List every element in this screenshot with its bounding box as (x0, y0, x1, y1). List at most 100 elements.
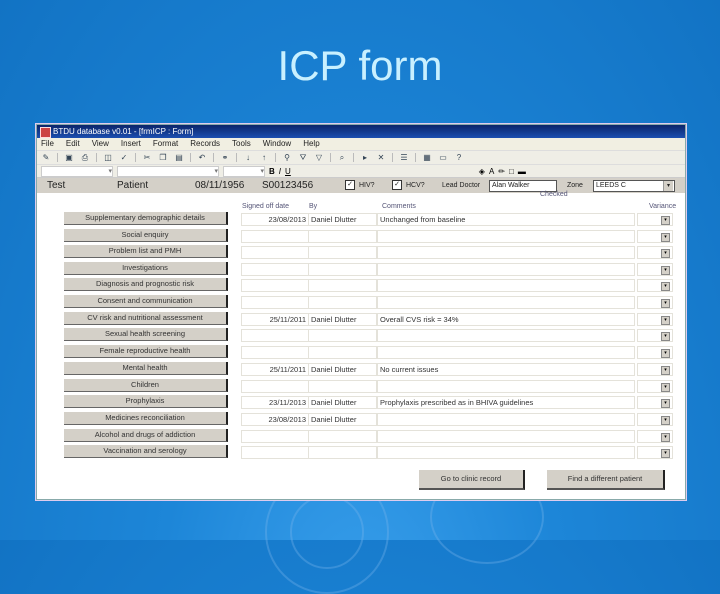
comment-field[interactable] (377, 230, 635, 243)
font-size-select[interactable]: ▾ (223, 165, 265, 177)
variance-select[interactable]: ▾ (637, 213, 673, 226)
signed-off-by-field[interactable] (308, 246, 377, 259)
comment-field[interactable] (377, 413, 635, 426)
signed-off-by-field[interactable]: Daniel Dlutter (308, 396, 377, 409)
delete-record-icon[interactable]: ✕ (376, 153, 386, 162)
comment-field[interactable] (377, 329, 635, 342)
paste-icon[interactable]: ▤ (174, 153, 184, 162)
chevron-down-icon[interactable]: ▾ (661, 416, 670, 425)
chevron-down-icon[interactable]: ▾ (661, 249, 670, 258)
section-button[interactable]: Alcohol and drugs of addiction (64, 429, 228, 442)
hiv-checkbox[interactable]: ✓ HIV? (345, 180, 375, 191)
chevron-down-icon[interactable]: ▾ (661, 366, 670, 375)
chevron-down-icon[interactable]: ▾ (661, 299, 670, 308)
hyperlink-icon[interactable]: ⚭ (220, 153, 230, 162)
signed-off-date-field[interactable] (241, 380, 309, 393)
find-different-patient-button[interactable]: Find a different patient (547, 470, 665, 490)
signed-off-date-field[interactable] (241, 263, 309, 276)
variance-select[interactable]: ▾ (637, 380, 673, 393)
chevron-down-icon[interactable]: ▾ (661, 433, 670, 442)
section-button[interactable]: Problem list and PMH (64, 245, 228, 258)
variance-select[interactable]: ▾ (637, 413, 673, 426)
cut-icon[interactable]: ✂ (142, 153, 152, 162)
chevron-down-icon[interactable]: ▾ (661, 216, 670, 225)
find-icon[interactable]: ⌕ (337, 153, 347, 162)
font-select[interactable]: ▾ (117, 165, 219, 177)
signed-off-by-field[interactable] (308, 296, 377, 309)
section-button[interactable]: Vaccination and serology (64, 445, 228, 458)
signed-off-date-field[interactable]: 23/11/2013 (241, 396, 309, 409)
signed-off-date-field[interactable] (241, 430, 309, 443)
font-color-icon[interactable]: A (489, 167, 494, 176)
variance-select[interactable]: ▾ (637, 246, 673, 259)
variance-select[interactable]: ▾ (637, 363, 673, 376)
variance-select[interactable]: ▾ (637, 346, 673, 359)
comment-field[interactable] (377, 380, 635, 393)
comment-field[interactable] (377, 296, 635, 309)
section-button[interactable]: Prophylaxis (64, 395, 228, 408)
chevron-down-icon[interactable]: ▾ (661, 266, 670, 275)
view-icon[interactable]: ✎ (41, 153, 51, 162)
signed-off-date-field[interactable]: 23/08/2013 (241, 213, 309, 226)
section-button[interactable]: Sexual health screening (64, 328, 228, 341)
section-button[interactable]: Female reproductive health (64, 345, 228, 358)
sort-descending-icon[interactable]: ↑ (259, 153, 269, 162)
signed-off-by-field[interactable] (308, 279, 377, 292)
variance-select[interactable]: ▾ (637, 329, 673, 342)
object-select[interactable]: ▾ (41, 165, 113, 177)
copy-icon[interactable]: ❐ (158, 153, 168, 162)
variance-select[interactable]: ▾ (637, 263, 673, 276)
comment-field[interactable] (377, 246, 635, 259)
undo-icon[interactable]: ↶ (197, 153, 207, 162)
signed-off-by-field[interactable]: Daniel Dlutter (308, 413, 377, 426)
menu-format[interactable]: Format (153, 139, 178, 148)
menu-file[interactable]: File (41, 139, 54, 148)
line-color-icon[interactable]: ✏ (498, 167, 505, 176)
signed-off-date-field[interactable]: 25/11/2011 (241, 313, 309, 326)
filter-form-icon[interactable]: ⛛ (298, 153, 308, 162)
help-icon[interactable]: ? (454, 153, 464, 162)
signed-off-by-field[interactable] (308, 446, 377, 459)
variance-select[interactable]: ▾ (637, 230, 673, 243)
apply-filter-icon[interactable]: ▽ (314, 153, 324, 162)
comment-field[interactable] (377, 263, 635, 276)
section-button[interactable]: Consent and communication (64, 295, 228, 308)
comment-field[interactable]: Overall CVS risk = 34% (377, 313, 635, 326)
variance-select[interactable]: ▾ (637, 296, 673, 309)
signed-off-date-field[interactable] (241, 296, 309, 309)
chevron-down-icon[interactable]: ▾ (661, 349, 670, 358)
go-to-clinic-record-button[interactable]: Go to clinic record (419, 470, 525, 490)
variance-select[interactable]: ▾ (637, 446, 673, 459)
signed-off-date-field[interactable] (241, 230, 309, 243)
comment-field[interactable]: Unchanged from baseline (377, 213, 635, 226)
variance-select[interactable]: ▾ (637, 279, 673, 292)
section-button[interactable]: Diagnosis and prognostic risk (64, 278, 228, 291)
menu-records[interactable]: Records (190, 139, 220, 148)
spelling-icon[interactable]: ✓ (119, 153, 129, 162)
database-window-icon[interactable]: ▦ (422, 153, 432, 162)
section-button[interactable]: Mental health (64, 362, 228, 375)
chevron-down-icon[interactable]: ▾ (661, 316, 670, 325)
variance-select[interactable]: ▾ (637, 430, 673, 443)
chevron-down-icon[interactable]: ▾ (661, 399, 670, 408)
comment-field[interactable] (377, 446, 635, 459)
section-button[interactable]: Investigations (64, 262, 228, 275)
chevron-down-icon[interactable]: ▾ (661, 449, 670, 458)
signed-off-date-field[interactable] (241, 329, 309, 342)
section-button[interactable]: Social enquiry (64, 229, 228, 242)
section-button[interactable]: Medicines reconciliation (64, 412, 228, 425)
bold-icon[interactable]: B (269, 167, 275, 176)
menu-edit[interactable]: Edit (66, 139, 80, 148)
properties-icon[interactable]: ☰ (399, 153, 409, 162)
signed-off-date-field[interactable] (241, 279, 309, 292)
new-record-icon[interactable]: ▸ (360, 153, 370, 162)
signed-off-date-field[interactable] (241, 246, 309, 259)
save-icon[interactable]: ▣ (64, 153, 74, 162)
signed-off-by-field[interactable] (308, 346, 377, 359)
signed-off-date-field[interactable]: 23/08/2013 (241, 413, 309, 426)
menu-window[interactable]: Window (263, 139, 291, 148)
comment-field[interactable] (377, 279, 635, 292)
signed-off-date-field[interactable] (241, 346, 309, 359)
menu-insert[interactable]: Insert (121, 139, 141, 148)
sort-ascending-icon[interactable]: ↓ (243, 153, 253, 162)
